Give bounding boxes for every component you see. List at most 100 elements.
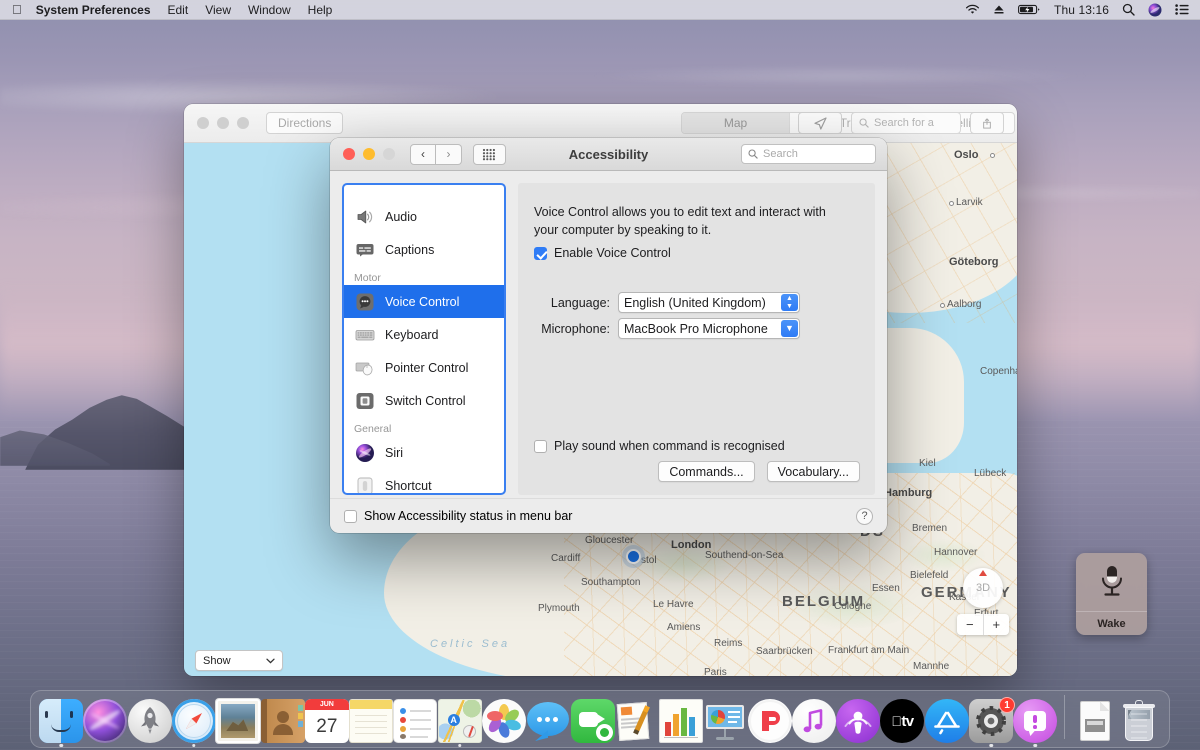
dock-item-document-file[interactable]: [1072, 691, 1116, 743]
dock-item-photos[interactable]: [481, 691, 526, 743]
sidebar-item-shortcut[interactable]: Shortcut: [344, 469, 504, 493]
eject-icon[interactable]: [993, 4, 1005, 15]
maps-search-input[interactable]: Search for a: [851, 112, 961, 134]
dock-item-finder[interactable]: [39, 691, 84, 747]
maps-zoom-in-button[interactable]: +: [984, 614, 1010, 635]
sidebar-item-voice-control[interactable]: Voice Control: [344, 285, 504, 318]
search-icon: [859, 118, 869, 128]
map-city-plymouth: Plymouth: [538, 603, 580, 614]
checkbox-box[interactable]: [534, 247, 547, 260]
battery-charging-icon[interactable]: [1018, 4, 1041, 15]
share-icon[interactable]: [970, 112, 1004, 134]
accessibility-sidebar[interactable]: Audio Captions Motor Voice Control Keybo…: [342, 183, 506, 495]
sidebar-item-pointer-control[interactable]: Pointer Control: [344, 351, 504, 384]
dock-item-maps[interactable]: A: [437, 691, 482, 747]
microphone-popup-button[interactable]: MacBook Pro Microphone ▼: [618, 318, 800, 339]
dock-item-messages[interactable]: [526, 691, 570, 743]
maps-segment-map[interactable]: Map: [682, 113, 790, 133]
voice-control-overlay[interactable]: Wake: [1076, 553, 1147, 635]
accessibility-search-input[interactable]: Search: [741, 144, 876, 164]
dock-item-keynote[interactable]: [703, 691, 747, 743]
dock-item-calendar[interactable]: JUN 27: [304, 691, 349, 743]
wifi-icon[interactable]: [965, 4, 980, 15]
launchpad-icon: [127, 699, 172, 743]
menu-item-help[interactable]: Help: [308, 3, 333, 17]
dock-item-system-preferences[interactable]: 1: [969, 691, 1016, 747]
dock-item-reminders[interactable]: [393, 691, 438, 743]
dock-item-apple-tv[interactable]: tv: [880, 691, 925, 743]
map-city-frankfurt: Frankfurt am Main: [828, 645, 910, 656]
dock-item-alert-app[interactable]: [1013, 691, 1058, 747]
dock-item-launchpad[interactable]: [127, 691, 172, 743]
stepper-updown-icon[interactable]: ▲ ▼: [781, 294, 798, 311]
control-center-icon[interactable]: [1175, 4, 1189, 15]
dock-item-itunes[interactable]: [791, 691, 836, 743]
wake-label[interactable]: Wake: [1076, 611, 1147, 635]
vocabulary-button[interactable]: Vocabulary...: [766, 461, 860, 482]
maps-minimize-button[interactable]: [217, 117, 229, 129]
menu-item-edit[interactable]: Edit: [168, 3, 189, 17]
voice-control-detail-pane: Voice Control allows you to edit text an…: [518, 183, 875, 495]
map-city-cologne: Cologne: [834, 601, 872, 612]
menu-item-window[interactable]: Window: [248, 3, 291, 17]
speaker-icon: [354, 206, 376, 228]
dock-item-contacts[interactable]: [260, 691, 305, 743]
pages-icon: [615, 699, 659, 743]
maps-directions-button[interactable]: Directions: [266, 112, 344, 134]
enable-voice-control-checkbox[interactable]: Enable Voice Control: [534, 246, 671, 260]
finder-icon: [39, 699, 84, 743]
microphone-field-row: Microphone: MacBook Pro Microphone ▼: [518, 318, 800, 339]
maps-close-button[interactable]: [197, 117, 209, 129]
menu-bar-clock[interactable]: Thu 13:16: [1054, 3, 1109, 17]
dock-item-app-store[interactable]: [924, 691, 969, 743]
sidebar-item-captions[interactable]: Captions: [344, 233, 504, 266]
dock-item-pages[interactable]: [615, 691, 659, 743]
spotlight-search-icon[interactable]: [1122, 3, 1135, 16]
dock-item-facetime[interactable]: [570, 691, 615, 743]
maps-zoom-button[interactable]: [237, 117, 249, 129]
dock[interactable]: JUN 27 A tv 1: [30, 690, 1170, 748]
commands-button[interactable]: Commands...: [658, 461, 755, 482]
maps-show-popup-button[interactable]: Show: [195, 650, 283, 671]
dock-item-numbers[interactable]: [659, 691, 704, 743]
keynote-icon: [703, 699, 747, 743]
checkbox-box[interactable]: [344, 510, 357, 523]
location-arrow-icon[interactable]: [798, 112, 842, 134]
sidebar-item-keyboard[interactable]: Keyboard: [344, 318, 504, 351]
apple-logo-icon[interactable]: : [12, 3, 22, 16]
maps-compass-3d-button[interactable]: 3D: [963, 568, 1003, 608]
dock-item-podcasts[interactable]: [836, 691, 881, 743]
play-sound-checkbox[interactable]: Play sound when command is recognised: [534, 439, 785, 453]
dock-item-siri[interactable]: [83, 691, 128, 743]
chevron-down-icon: [266, 655, 275, 667]
maps-zoom-out-button[interactable]: −: [957, 614, 984, 635]
dock-item-mail[interactable]: [216, 691, 261, 743]
siri-icon: [83, 699, 128, 743]
sidebar-item-switch-control[interactable]: Switch Control: [344, 384, 504, 417]
map-city-le-havre: Le Havre: [653, 599, 694, 610]
microphone-icon[interactable]: [1097, 553, 1127, 611]
mouse-icon: [354, 357, 376, 379]
sidebar-item-siri[interactable]: Siri: [344, 436, 504, 469]
map-city-bremen: Bremen: [912, 523, 948, 534]
sidebar-item-audio[interactable]: Audio: [344, 200, 504, 233]
accessibility-preferences-window[interactable]: ‹ › Accessibility Search Audio Captions …: [330, 138, 887, 533]
menu-item-app-name[interactable]: System Preferences: [36, 3, 151, 17]
dock-item-news[interactable]: [747, 691, 792, 743]
help-button[interactable]: ?: [856, 507, 873, 525]
language-stepper-popup[interactable]: English (United Kingdom) ▲ ▼: [618, 292, 800, 313]
sidebar-item-partial-top[interactable]: [344, 185, 504, 200]
checkbox-box[interactable]: [534, 440, 547, 453]
siri-icon[interactable]: [1148, 3, 1162, 17]
dock-item-notes[interactable]: [349, 691, 394, 743]
map-city-goteborg: Göteborg: [949, 256, 999, 268]
maps-zoom-controls[interactable]: − +: [957, 614, 1009, 635]
show-accessibility-status-checkbox[interactable]: Show Accessibility status in menu bar: [344, 509, 572, 523]
chevron-down-icon[interactable]: ▼: [781, 320, 798, 337]
safari-icon: [171, 699, 216, 743]
dock-item-safari[interactable]: [171, 691, 216, 747]
maps-traffic-lights[interactable]: [197, 117, 249, 129]
menu-item-view[interactable]: View: [205, 3, 231, 17]
dock-item-trash[interactable]: [1117, 691, 1161, 743]
voice-control-action-buttons: Commands... Vocabulary...: [658, 461, 860, 482]
